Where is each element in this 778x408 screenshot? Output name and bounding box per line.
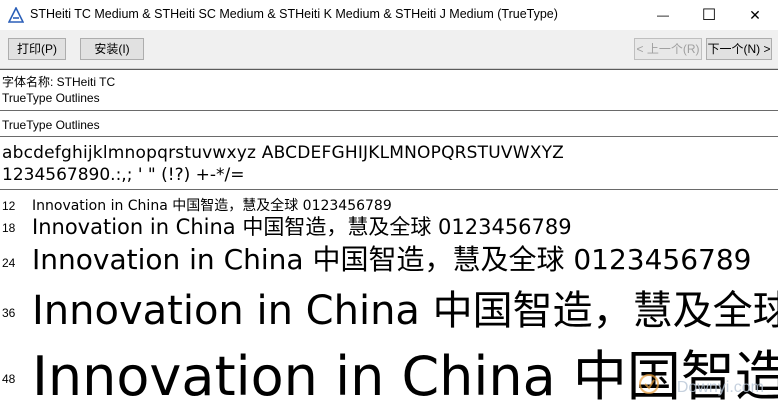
print-button[interactable]: 打印(P) xyxy=(8,38,66,60)
window-title: STHeiti TC Medium & STHeiti SC Medium & … xyxy=(30,7,558,21)
outline-type-label: TrueType Outlines xyxy=(2,91,100,105)
size-label: 18 xyxy=(2,221,16,235)
size-label: 48 xyxy=(2,372,16,386)
previous-button[interactable]: < 上一个(R) xyxy=(634,38,702,60)
maximize-button[interactable]: ☐ xyxy=(686,0,732,30)
charset-symbols: 1234567890.:,; ' " (!?) +-*/= xyxy=(2,165,245,185)
title-bar: STHeiti TC Medium & STHeiti SC Medium & … xyxy=(0,0,778,30)
size-label: 24 xyxy=(2,256,16,270)
minimize-button[interactable]: — xyxy=(640,0,686,30)
size-label: 36 xyxy=(2,306,16,320)
font-name-label: 字体名称: STHeiti TC xyxy=(2,75,116,89)
toolbar: 打印(P) 安装(I) < 上一个(R) 下一个(N) > xyxy=(0,30,778,69)
close-button[interactable]: ✕ xyxy=(732,0,778,30)
sample-line-18: Innovation in China 中国智造，慧及全球 0123456789 xyxy=(32,215,572,239)
watermark-logo-icon xyxy=(639,374,659,394)
minimize-icon: — xyxy=(657,8,669,22)
divider xyxy=(0,136,778,137)
next-button[interactable]: 下一个(N) > xyxy=(706,38,772,60)
size-label: 12 xyxy=(2,199,16,213)
divider xyxy=(0,110,778,111)
maximize-icon: ☐ xyxy=(701,7,717,24)
sample-line-48: Innovation in China 中国智造 xyxy=(32,345,778,408)
close-icon: ✕ xyxy=(749,6,761,23)
install-button[interactable]: 安装(I) xyxy=(80,38,144,60)
outline-type-label-2: TrueType Outlines xyxy=(2,118,100,132)
watermark-text: Downyi.com xyxy=(676,379,764,396)
charset-letters: abcdefghijklmnopqrstuvwxyz ABCDEFGHIJKLM… xyxy=(2,143,565,163)
divider xyxy=(0,189,778,190)
font-preview-area: 字体名称: STHeiti TC TrueType Outlines TrueT… xyxy=(0,69,778,408)
font-app-icon xyxy=(8,7,24,23)
sample-line-36: Innovation in China 中国智造，慧及全球 xyxy=(32,288,778,334)
sample-line-24: Innovation in China 中国智造，慧及全球 0123456789 xyxy=(32,243,752,276)
